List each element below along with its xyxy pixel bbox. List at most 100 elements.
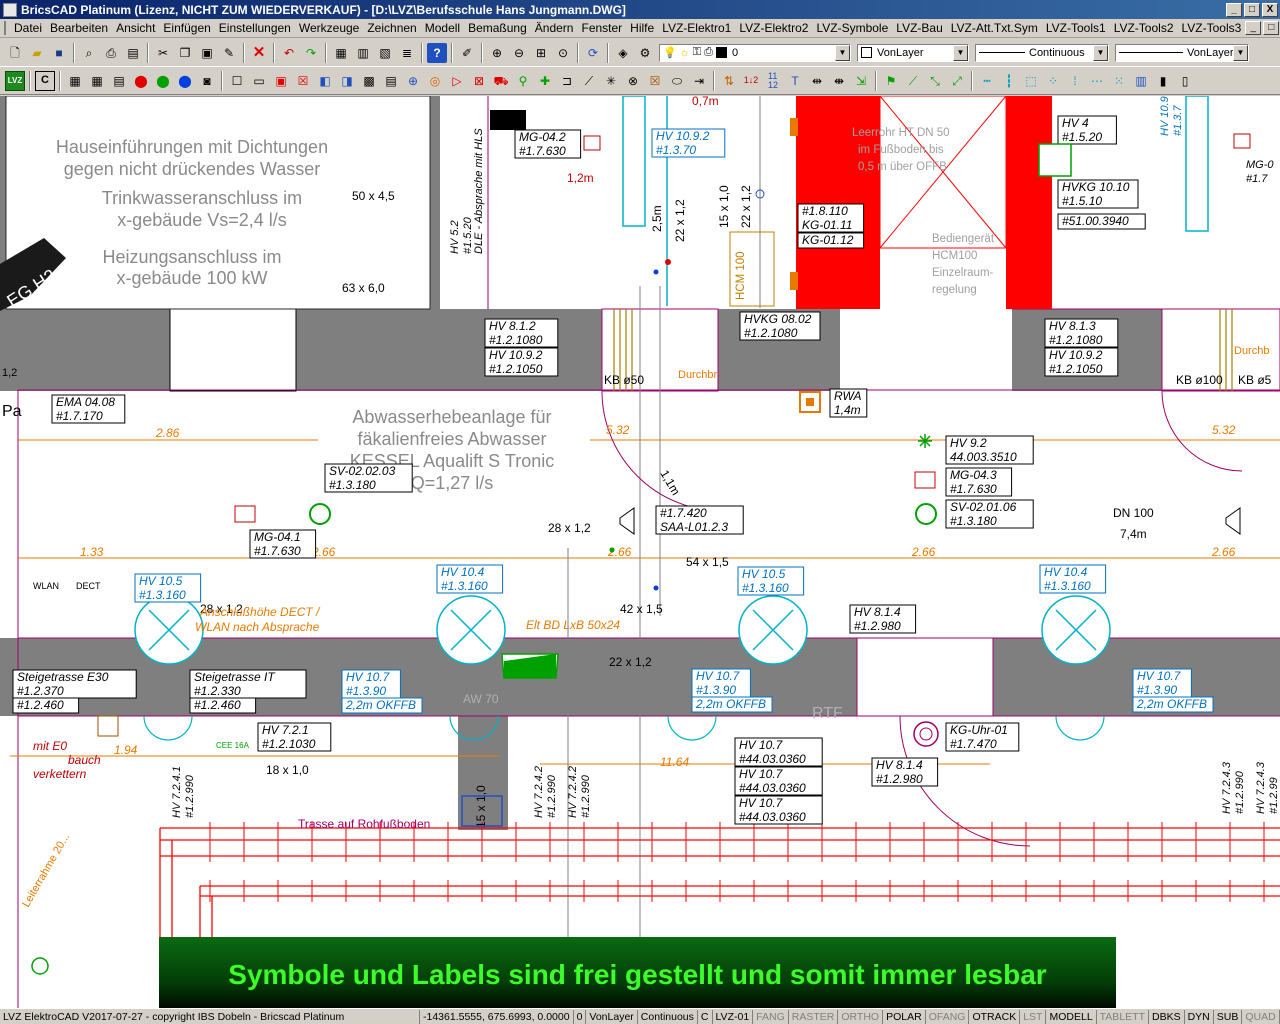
c-button[interactable]: C	[35, 70, 55, 91]
sequence-icon[interactable]: 11 12	[763, 71, 783, 91]
toggle-sub[interactable]: SUB	[1214, 1009, 1243, 1024]
doc-minimize-button[interactable]: _	[1245, 21, 1262, 35]
menu-lvz-tools2[interactable]: LVZ-Tools2	[1110, 21, 1178, 35]
toggle-modell[interactable]: MODELL	[1046, 1009, 1097, 1024]
status-current[interactable]: LVZ-01	[713, 1009, 754, 1024]
status-c[interactable]: C	[698, 1009, 713, 1024]
layers-icon[interactable]: ≣	[397, 43, 417, 63]
lvz-logo-button[interactable]: LVZ	[5, 70, 25, 91]
menu-hilfe[interactable]: Hilfe	[626, 21, 658, 35]
close-button[interactable]: X	[1262, 2, 1278, 17]
help-icon[interactable]: ?	[427, 42, 447, 63]
status-color[interactable]: VonLayer	[586, 1009, 638, 1024]
chevron-down-icon[interactable]: ▼	[953, 44, 968, 61]
toggle-ortho[interactable]: ORTHO	[838, 1009, 884, 1024]
menu-lvz-symbole[interactable]: LVZ-Symbole	[812, 21, 892, 35]
explorer-icon[interactable]: ▥	[353, 43, 373, 63]
paste-icon[interactable]: ▣	[197, 43, 217, 63]
menu-bemassung[interactable]: Bemaßung	[464, 21, 531, 35]
ruler-icon[interactable]: ⁙	[1109, 71, 1129, 91]
toggle-quad[interactable]: QUAD	[1242, 1009, 1280, 1024]
layer-manager-icon[interactable]: ◈	[613, 43, 633, 63]
print-icon[interactable]: ⎙	[101, 43, 121, 63]
measure-icon[interactable]: ⇹	[807, 71, 827, 91]
toggle-dbks[interactable]: DBKS	[1149, 1009, 1185, 1024]
zoom-window-icon[interactable]: ⊞	[531, 43, 551, 63]
menu-fenster[interactable]: Fenster	[577, 21, 626, 35]
menu-aendern[interactable]: Ändern	[531, 21, 578, 35]
save-icon[interactable]: ■	[49, 43, 69, 63]
match-properties-icon[interactable]: ✎	[219, 43, 239, 63]
linetype-dropdown[interactable]: Continuous ▼	[975, 43, 1109, 62]
lineweight-dropdown[interactable]: VonLayer ▼	[1115, 43, 1249, 62]
play-icon[interactable]: ▷	[447, 71, 467, 91]
truck-icon[interactable]: ⛟	[491, 71, 511, 91]
notes-icon[interactable]: ▯	[1175, 71, 1195, 91]
menu-lvz-elektro1[interactable]: LVZ-Elektro1	[658, 21, 735, 35]
blocks-icon[interactable]: ▧	[375, 43, 395, 63]
menu-lvz-elektro2[interactable]: LVZ-Elektro2	[735, 21, 812, 35]
sketch-icon[interactable]: ✐	[457, 43, 477, 63]
menu-lvz-bau[interactable]: LVZ-Bau	[892, 21, 946, 35]
menu-einstellungen[interactable]: Einstellungen	[215, 21, 295, 35]
cut-icon[interactable]: ✂	[153, 43, 173, 63]
board-icon[interactable]: ▩	[359, 71, 379, 91]
dotted-box-icon[interactable]: ⬚	[1021, 71, 1041, 91]
connector-icon[interactable]: ⊐	[557, 71, 577, 91]
menu-zeichnen[interactable]: Zeichnen	[363, 21, 420, 35]
toggle-raster[interactable]: RASTER	[789, 1009, 839, 1024]
arrow-icon[interactable]: ⇥	[689, 71, 709, 91]
toggle-tablett[interactable]: TABLETT	[1097, 1009, 1149, 1024]
menu-lvz-tools1[interactable]: LVZ-Tools1	[1042, 21, 1110, 35]
cyan-grid-icon[interactable]: ⁞	[1065, 71, 1085, 91]
delete-icon[interactable]: ✕	[249, 43, 269, 63]
cable-dash-icon[interactable]: ⤢	[947, 71, 967, 91]
menu-bearbeiten[interactable]: Bearbeiten	[46, 21, 112, 35]
door-icon[interactable]: ◧	[315, 71, 335, 91]
wire-icon[interactable]: ⟋	[903, 71, 923, 91]
capsule-icon[interactable]: ⬭	[667, 71, 687, 91]
blue-panel-icon[interactable]: ▥	[1131, 71, 1151, 91]
menu-modell[interactable]: Modell	[421, 21, 464, 35]
switch-icon[interactable]: ⟋	[579, 71, 599, 91]
frame-icon[interactable]: ☐	[227, 71, 247, 91]
menu-datei[interactable]: Datei	[10, 21, 46, 35]
status-layer[interactable]: 0	[574, 1009, 587, 1024]
panel-icon[interactable]: ◨	[337, 71, 357, 91]
text-icon[interactable]: T	[785, 71, 805, 91]
toggle-dyn[interactable]: DYN	[1185, 1009, 1214, 1024]
crossbox-icon[interactable]: ☒	[645, 71, 665, 91]
layer-state-icon[interactable]: ⚙	[635, 43, 655, 63]
preview-icon[interactable]: ⌕	[79, 43, 99, 63]
toggle-polar[interactable]: POLAR	[883, 1009, 926, 1024]
blue-socket-icon[interactable]: ⬤	[175, 71, 195, 91]
maximize-button[interactable]: □	[1244, 2, 1260, 17]
floor-plan-drawing[interactable]: Hauseinführungen mit Dichtungen gegen ni…	[0, 96, 1280, 1008]
color-dropdown[interactable]: VonLayer ▼	[857, 43, 969, 62]
distribute-icon[interactable]: ⇲	[851, 71, 871, 91]
toggle-ofang[interactable]: OFANG	[926, 1009, 970, 1024]
toggle-fang[interactable]: FANG	[753, 1009, 789, 1024]
drawing-area[interactable]: Hauseinführungen mit Dichtungen gegen ni…	[0, 96, 1280, 1008]
redo-icon[interactable]: ↷	[301, 43, 321, 63]
dotted-line-icon[interactable]: ┅	[977, 71, 997, 91]
new-icon[interactable]: 🗋	[5, 43, 25, 63]
book-icon[interactable]: ▮	[1153, 71, 1173, 91]
menu-lvz-att-txt-sym[interactable]: LVZ-Att.Txt.Sym	[947, 21, 1042, 35]
cyan-dots-icon[interactable]: ⋯	[1087, 71, 1107, 91]
window-icon[interactable]: ▭	[249, 71, 269, 91]
flag-icon[interactable]: ⚑	[881, 71, 901, 91]
red-box-icon[interactable]: ▣	[271, 71, 291, 91]
red-cross-icon[interactable]: ☒	[293, 71, 313, 91]
menu-ansicht[interactable]: Ansicht	[112, 21, 159, 35]
table-icon[interactable]: ▦	[65, 71, 85, 91]
zoom-out-icon[interactable]: ⊖	[509, 43, 529, 63]
dotted-grid-icon[interactable]: ┇	[999, 71, 1019, 91]
fan-icon[interactable]: ⊗	[623, 71, 643, 91]
regen-icon[interactable]: ⟳	[583, 43, 603, 63]
dotted-mark-icon[interactable]: ⁘	[1043, 71, 1063, 91]
chevron-down-icon[interactable]: ▼	[1233, 44, 1248, 61]
level-icon[interactable]: ⇅	[719, 71, 739, 91]
plot-icon[interactable]: ▤	[123, 43, 143, 63]
lamp-icon[interactable]: ✳	[601, 71, 621, 91]
